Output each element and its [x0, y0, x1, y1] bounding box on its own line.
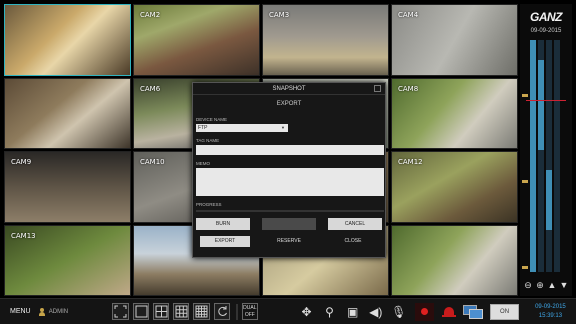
dual-label: DUAL [243, 305, 257, 311]
device-name-value: FTP [198, 125, 208, 131]
timeline-panel: GANZ 09-09-2015 ⊖ ⊕ ▲ ▼ [520, 4, 572, 296]
layout-quad-icon [155, 305, 168, 318]
camera-tile[interactable]: CAM2 [133, 4, 260, 76]
dialog-actions: BURN CANCEL [196, 218, 382, 230]
camera-tile[interactable] [391, 224, 518, 296]
bottom-toolbar: MENU ADMIN DUAL OFF ✥ ⚲ ▣ ◀) 🎙 ON 09-09-… [0, 298, 576, 324]
camera-label: CAM6 [140, 84, 161, 93]
device-name-select[interactable]: FTP ▼ [196, 124, 288, 132]
camera-label: CAM3 [269, 11, 290, 19]
camera-label: CAM13 [11, 231, 36, 240]
monitor-icon[interactable] [463, 304, 484, 320]
layout-1-button[interactable] [132, 303, 149, 320]
up-arrow-icon[interactable]: ▲ [547, 280, 557, 290]
dual-state: OFF [244, 312, 255, 318]
zoom-out-icon[interactable]: ⊖ [523, 280, 533, 291]
dialog-close-icon[interactable] [374, 85, 381, 92]
memo-input[interactable] [196, 168, 384, 196]
tag-name-input[interactable] [196, 145, 384, 155]
timeline-track[interactable] [538, 40, 544, 272]
layout-sixteen-icon [195, 305, 208, 318]
camera-tile[interactable]: CAM12 [391, 151, 518, 223]
memo-label: MEMO [196, 161, 210, 166]
menu-button[interactable]: MENU [10, 308, 33, 315]
sequence-button[interactable] [213, 303, 230, 320]
burn-button[interactable]: BURN [196, 218, 250, 230]
camera-label: CAM8 [398, 84, 419, 93]
camera-tile[interactable] [4, 4, 131, 76]
record-button[interactable] [415, 302, 435, 321]
tab-reserve[interactable]: RESERVE [264, 236, 314, 247]
camera-tile[interactable]: CAM13 [4, 224, 131, 296]
microphone-icon[interactable]: 🎙 [390, 303, 407, 321]
zoom-icon[interactable]: ⚲ [321, 303, 338, 321]
device-name-label: DEVICE NAME [196, 117, 228, 122]
layout-16-button[interactable] [193, 303, 210, 320]
timeline-marker [522, 94, 528, 97]
timeline-cursor[interactable] [526, 100, 566, 101]
refresh-icon [217, 306, 227, 316]
dialog-tabs: EXPORT RESERVE CLOSE [193, 236, 385, 247]
time-text: 15:39:13 [538, 312, 563, 319]
date-text: 09-09-2015 [535, 303, 566, 310]
layout-nine-icon [175, 305, 188, 318]
tab-close[interactable]: CLOSE [328, 236, 378, 247]
camera-label: CAM12 [398, 158, 423, 166]
zoom-in-icon[interactable]: ⊕ [535, 280, 545, 291]
camera-label: CAM9 [11, 158, 32, 166]
camera-tile[interactable] [4, 77, 131, 149]
toolbar-divider [235, 303, 238, 320]
timeline-date: 09-09-2015 [530, 28, 562, 34]
alarm-icon[interactable] [440, 303, 457, 321]
camera-tile[interactable]: CAM8 [391, 77, 518, 149]
layout-4-button[interactable] [152, 303, 170, 320]
dialog-title: SNAPSHOT [193, 83, 385, 95]
timeline-marker [522, 180, 528, 183]
tab-export[interactable]: EXPORT [200, 236, 250, 247]
user-icon [38, 307, 45, 316]
timeline-track[interactable] [530, 40, 536, 272]
progress-bar [196, 210, 384, 212]
camera-label: CAM2 [140, 11, 161, 19]
camera-label: CAM10 [140, 158, 165, 166]
camera-tile[interactable]: CAM4 [391, 4, 518, 76]
dialog-subtitle: EXPORT [276, 101, 302, 107]
camera-tile[interactable]: CAM3 [262, 4, 389, 76]
on-button[interactable]: ON [490, 303, 519, 320]
tag-name-label: TAG NAME [196, 138, 220, 143]
speaker-icon[interactable]: ◀) [367, 303, 384, 321]
chevron-down-icon: ▼ [281, 125, 285, 130]
user-indicator[interactable]: ADMIN [38, 307, 83, 316]
ptz-move-icon[interactable]: ✥ [298, 303, 315, 321]
timeline-track[interactable] [554, 40, 560, 272]
layout-single-icon [135, 305, 148, 318]
record-icon [421, 308, 429, 315]
disabled-button [262, 218, 316, 230]
layout-9-button[interactable] [173, 303, 190, 320]
timeline-track[interactable] [546, 40, 552, 272]
camera-tile[interactable]: CAM9 [4, 151, 131, 223]
fullscreen-button[interactable] [112, 303, 129, 320]
cancel-button[interactable]: CANCEL [328, 218, 382, 230]
dual-off-button[interactable]: DUAL OFF [241, 303, 258, 320]
user-name: ADMIN [48, 308, 69, 315]
snapshot-dialog: SNAPSHOT EXPORT DEVICE NAME FTP ▼ TAG NA… [192, 82, 386, 258]
camera-label: CAM4 [398, 11, 419, 19]
timeline-controls: ⊖ ⊕ ▲ ▼ [522, 278, 570, 292]
snapshot-icon[interactable]: ▣ [344, 303, 361, 321]
brand-logo: GANZ [530, 10, 563, 24]
timeline-marker [522, 266, 528, 269]
down-arrow-icon[interactable]: ▼ [559, 280, 569, 290]
progress-label: PROGRESS [196, 202, 222, 207]
datetime-display: 09-09-2015 15:39:13 [525, 303, 576, 321]
fullscreen-icon [114, 305, 127, 318]
